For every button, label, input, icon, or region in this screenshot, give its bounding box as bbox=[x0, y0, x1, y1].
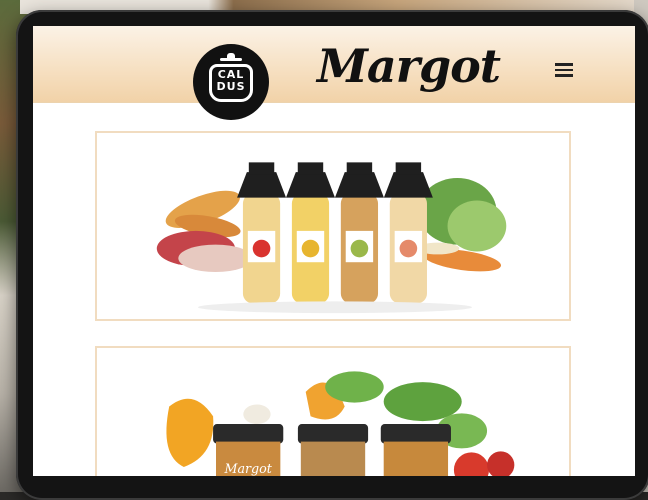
pot-icon-lid bbox=[220, 58, 242, 61]
logo-text: CAL DUS bbox=[193, 69, 269, 93]
caldus-logo[interactable]: CAL DUS bbox=[193, 44, 269, 120]
jar-label-1: Margot bbox=[223, 461, 272, 476]
menu-line bbox=[555, 63, 573, 66]
menu-line bbox=[555, 68, 573, 71]
tablet-screen: CAL DUS Margot Margot bbox=[33, 26, 635, 476]
product-card-jars[interactable]: Margot bbox=[95, 346, 571, 476]
soup-bottles-image bbox=[156, 162, 507, 314]
menu-line bbox=[555, 74, 573, 77]
cream-jars-image: Margot bbox=[166, 371, 515, 476]
product-card-bottles[interactable] bbox=[95, 131, 571, 321]
brand-wordmark[interactable]: Margot bbox=[317, 38, 501, 94]
site-header: CAL DUS Margot bbox=[33, 26, 635, 120]
logo-text-line2: DUS bbox=[216, 80, 246, 93]
hamburger-menu-icon[interactable] bbox=[551, 60, 577, 80]
